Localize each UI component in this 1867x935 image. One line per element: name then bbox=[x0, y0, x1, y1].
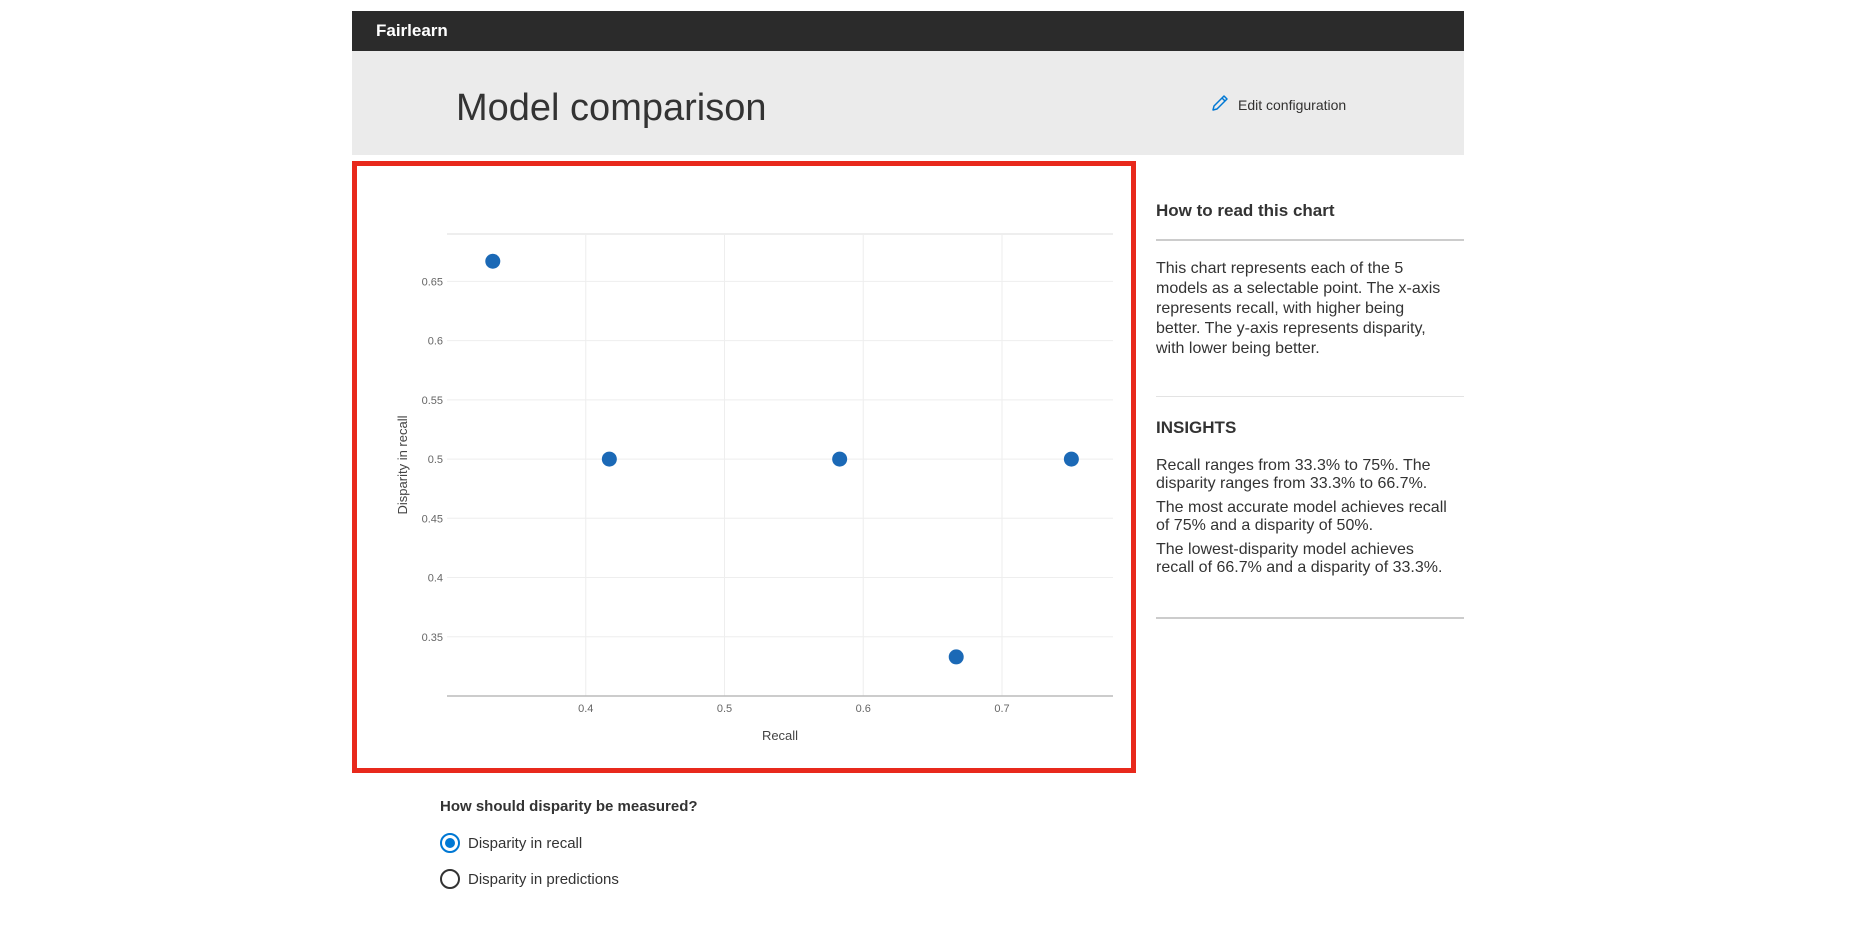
pencil-icon bbox=[1210, 93, 1230, 116]
brand-label: Fairlearn bbox=[376, 21, 448, 40]
data-point[interactable] bbox=[485, 253, 501, 269]
radio-label: Disparity in predictions bbox=[468, 870, 619, 888]
divider bbox=[1156, 239, 1464, 241]
y-tick-label: 0.55 bbox=[422, 395, 443, 407]
radio-checked-icon[interactable] bbox=[440, 833, 460, 853]
how-to-read-text: This chart represents each of the 5 mode… bbox=[1156, 260, 1441, 357]
data-point[interactable] bbox=[601, 451, 617, 467]
edit-configuration-button[interactable]: Edit configuration bbox=[1210, 93, 1346, 116]
x-tick-label: 0.6 bbox=[856, 703, 871, 715]
radio-unchecked-icon[interactable] bbox=[440, 869, 460, 889]
y-tick-label: 0.45 bbox=[422, 513, 443, 525]
y-tick-label: 0.4 bbox=[428, 573, 443, 585]
radio-disparity-in-recall[interactable]: Disparity in recall bbox=[440, 833, 698, 853]
page-header: Model comparison Edit configuration bbox=[352, 51, 1464, 155]
x-tick-label: 0.4 bbox=[578, 703, 593, 715]
data-point[interactable] bbox=[1063, 451, 1079, 467]
insights-list: Recall ranges from 33.3% to 75%. The dis… bbox=[1156, 457, 1456, 583]
divider bbox=[1156, 396, 1464, 397]
edit-configuration-label: Edit configuration bbox=[1238, 96, 1347, 113]
divider bbox=[1156, 617, 1464, 619]
radio-label: Disparity in recall bbox=[468, 834, 583, 852]
data-point[interactable] bbox=[832, 451, 848, 467]
y-tick-label: 0.5 bbox=[428, 454, 443, 466]
page-title: Model comparison bbox=[456, 87, 767, 129]
how-to-read-heading: How to read this chart bbox=[1156, 201, 1335, 220]
insight-text: The lowest-disparity model achieves reca… bbox=[1156, 541, 1443, 576]
y-axis-label: Disparity in recall bbox=[395, 415, 410, 514]
y-tick-label: 0.65 bbox=[422, 276, 443, 288]
insight-text: The most accurate model achieves recall … bbox=[1156, 499, 1447, 534]
y-tick-label: 0.35 bbox=[422, 632, 443, 644]
x-axis-label: Recall bbox=[762, 728, 798, 743]
disparity-measure-group: How should disparity be measured? Dispar… bbox=[440, 798, 698, 905]
radio-disparity-in-predictions[interactable]: Disparity in predictions bbox=[440, 869, 698, 889]
data-point[interactable] bbox=[948, 649, 964, 665]
chart-highlight-frame: 0.35 0.4 0.45 0.5 0.55 0.6 0.65 0.4 0.5 0.6 0.7 Rec… bbox=[352, 161, 1136, 773]
x-tick-label: 0.5 bbox=[717, 703, 732, 715]
disparity-measure-question: How should disparity be measured? bbox=[440, 798, 698, 815]
y-tick-label: 0.6 bbox=[428, 336, 443, 348]
insight-text: Recall ranges from 33.3% to 75%. The dis… bbox=[1156, 457, 1431, 492]
scatter-chart: 0.35 0.4 0.45 0.5 0.55 0.6 0.65 0.4 0.5 0.6 0.7 Rec… bbox=[395, 233, 1113, 743]
app-window: Fairlearn Model comparison Edit configur… bbox=[352, 11, 1464, 911]
top-bar: Fairlearn bbox=[352, 11, 1464, 51]
insights-heading: INSIGHTS bbox=[1156, 418, 1237, 437]
x-tick-label: 0.7 bbox=[994, 703, 1009, 715]
